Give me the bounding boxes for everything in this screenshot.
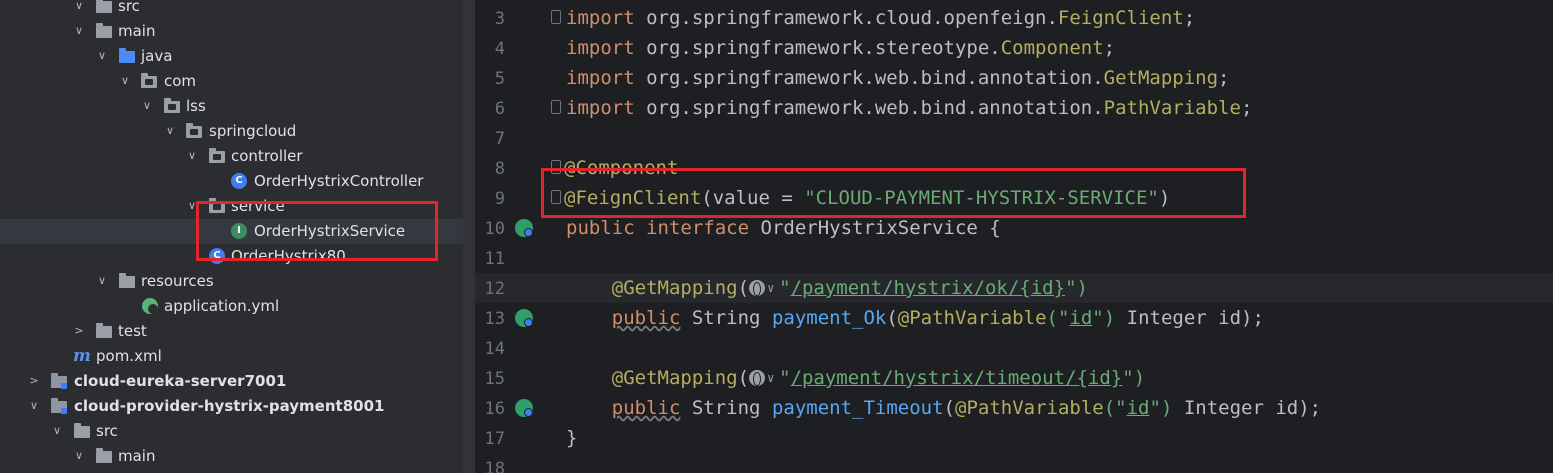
code-line: 3 import org.springframework.cloud.openf… (494, 7, 1196, 29)
code-line: 6 import org.springframework.web.bind.an… (494, 97, 1253, 119)
code-line: 17 } (484, 427, 578, 449)
chevron-down-icon[interactable]: ∨ (185, 147, 199, 165)
folder-icon (96, 323, 112, 338)
web-globe-icon[interactable]: ∨ (749, 369, 779, 387)
package-icon (209, 148, 225, 163)
tree-item-src[interactable]: ∨ src (0, 419, 463, 444)
highlight-box (196, 201, 438, 261)
code-line: 13 public String payment_Ok(@PathVariabl… (484, 307, 1264, 329)
chevron-right-icon[interactable]: > (72, 322, 86, 340)
folder-icon (74, 423, 90, 438)
endpoint-gutter-icon[interactable] (515, 399, 533, 417)
resources-folder-icon (119, 273, 135, 288)
chevron-down-icon[interactable]: ∨ (50, 422, 64, 440)
package-icon (164, 98, 180, 113)
class-icon: C (231, 173, 247, 189)
chevron-right-icon[interactable]: > (27, 372, 41, 390)
highlight-box (541, 168, 1246, 218)
code-line: 11 (484, 249, 505, 269)
code-line-current: 12 @GetMapping(∨ "/payment/hystrix/ok/{id… (475, 273, 1553, 303)
tree-item-main[interactable]: ∨ main (0, 19, 463, 44)
chevron-down-icon[interactable]: ∨ (72, 447, 86, 465)
spring-config-icon (142, 298, 158, 314)
tree-item-lss[interactable]: ∨ lss (0, 94, 463, 119)
code-line: 15 @GetMapping(∨ "/payment/hystrix/timeou… (484, 367, 1146, 389)
panel-splitter[interactable] (463, 0, 475, 473)
maven-icon: m (73, 346, 91, 366)
code-line: 4 import org.springframework.stereotype.… (494, 37, 1116, 59)
tree-item-pom-xml[interactable]: m pom.xml (0, 344, 463, 369)
implemented-gutter-icon[interactable] (515, 219, 533, 237)
chevron-down-icon[interactable]: ∨ (72, 0, 86, 15)
tree-item-controller[interactable]: ∨ controller (0, 144, 463, 169)
tree-item-java[interactable]: ∨ java (0, 44, 463, 69)
code-line: 7 (494, 129, 505, 149)
code-line: 18 (484, 459, 505, 473)
code-line: 14 (484, 339, 505, 359)
chevron-down-icon[interactable]: ∨ (72, 22, 86, 40)
chevron-down-icon[interactable]: ∨ (118, 72, 132, 90)
source-folder-icon (119, 48, 135, 63)
fold-marker-icon[interactable] (551, 10, 561, 24)
folder-icon (96, 448, 112, 463)
chevron-down-icon[interactable]: ∨ (95, 272, 109, 290)
tree-item-cloud-provider-hystrix-payment8001[interactable]: ∨ cloud-provider-hystrix-payment8001 (0, 394, 463, 419)
code-line: 5 import org.springframework.web.bind.an… (494, 67, 1230, 89)
folder-icon (96, 23, 112, 38)
package-icon (186, 123, 202, 138)
tree-item-src[interactable]: ∨ src (0, 0, 463, 19)
endpoint-gutter-icon[interactable] (515, 309, 533, 327)
chevron-down-icon[interactable]: ∨ (95, 47, 109, 65)
fold-marker-icon[interactable] (551, 100, 561, 114)
web-globe-icon[interactable]: ∨ (749, 279, 779, 297)
tree-item-com[interactable]: ∨ com (0, 69, 463, 94)
folder-icon (96, 0, 112, 13)
tree-item-application-yml[interactable]: application.yml (0, 294, 463, 319)
chevron-down-icon[interactable]: ∨ (163, 122, 177, 140)
module-folder-icon (51, 373, 67, 389)
tree-item-resources[interactable]: ∨ resources (0, 269, 463, 294)
package-icon (141, 73, 157, 88)
tree-item-orderhystrixcontroller[interactable]: C OrderHystrixController (0, 169, 463, 194)
code-line: 16 public String payment_Timeout(@PathVa… (484, 397, 1322, 419)
chevron-down-icon[interactable]: ∨ (140, 97, 154, 115)
tree-item-test[interactable]: > test (0, 319, 463, 344)
code-editor[interactable]: 3 import org.springframework.cloud.openf… (475, 0, 1553, 473)
project-tree-panel: ∨ src ∨ main ∨ java ∨ com ∨ lss ∨ spring… (0, 0, 463, 473)
chevron-down-icon[interactable]: ∨ (27, 397, 41, 415)
module-folder-icon (51, 398, 67, 414)
tree-item-main[interactable]: ∨ main (0, 444, 463, 469)
tree-item-cloud-eureka-server7001[interactable]: > cloud-eureka-server7001 (0, 369, 463, 394)
tree-item-springcloud[interactable]: ∨ springcloud (0, 119, 463, 144)
